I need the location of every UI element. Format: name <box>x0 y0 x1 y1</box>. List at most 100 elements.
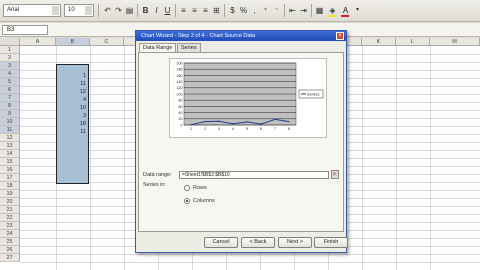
select-all-corner[interactable] <box>0 38 20 46</box>
data-point <box>260 123 262 125</box>
column-gridline <box>90 46 91 270</box>
increase-decimal-icon[interactable]: ⁺ <box>260 5 271 16</box>
formatting-toolbar: Arial 10 ↶ ↷ ▤ B I U ≡ ≡ ≡ ⊞ $ % , ⁺ ⁻ ⇤… <box>0 0 480 22</box>
row-header[interactable]: 21 <box>0 206 20 214</box>
row-header[interactable]: 25 <box>0 238 20 246</box>
cell-value[interactable]: 10 <box>58 104 86 112</box>
toolbar-separator <box>98 4 99 17</box>
x-tick-label: 4 <box>232 127 234 131</box>
series-in-label: Series in: <box>143 182 166 188</box>
data-range-panel: 0 20 40 60 80 100 120 140 160 180 200 1 2 3 4 5 6 7 8 Serie… <box>138 52 344 232</box>
row-header[interactable]: 18 <box>0 182 20 190</box>
data-range-input[interactable]: =Sheet1!$B$3:$B$10 <box>179 171 329 179</box>
next-button[interactable]: Next > <box>278 237 312 248</box>
redo-icon[interactable]: ↷ <box>113 5 124 16</box>
italic-button[interactable]: I <box>151 5 162 16</box>
data-point <box>204 120 206 123</box>
row-header[interactable]: 1 <box>0 46 20 54</box>
row-header[interactable]: 7 <box>0 94 20 102</box>
data-point <box>232 123 234 125</box>
row-header[interactable]: 22 <box>0 214 20 222</box>
font-dropdown-arrow[interactable] <box>52 6 59 15</box>
decrease-indent-icon[interactable]: ⇤ <box>287 5 298 16</box>
column-gridline <box>430 46 431 270</box>
borders-icon[interactable]: ▦ <box>314 5 325 16</box>
collapse-dialog-icon[interactable]: ⇱ <box>331 170 339 179</box>
percent-button[interactable]: % <box>238 5 249 16</box>
row-header[interactable]: 24 <box>0 230 20 238</box>
finish-button[interactable]: Finish <box>314 237 348 248</box>
row-header[interactable]: 3 <box>0 62 20 70</box>
font-size-field[interactable]: 10 <box>64 4 94 17</box>
tab-series[interactable]: Series <box>177 43 201 52</box>
row-header[interactable]: 15 <box>0 158 20 166</box>
cell-value[interactable]: 11 <box>58 128 86 136</box>
cell-value[interactable]: 18 <box>58 120 86 128</box>
x-tick-label: 2 <box>204 127 206 131</box>
dialog-title: Chart Wizard - Step 2 of 4 - Chart Sourc… <box>141 33 256 39</box>
data-point <box>274 118 276 121</box>
row-header[interactable]: 19 <box>0 190 20 198</box>
font-name-value: Arial <box>7 7 20 13</box>
font-name-field[interactable]: Arial <box>3 4 61 17</box>
toolbar-separator <box>175 4 176 17</box>
undo-icon[interactable]: ↶ <box>102 5 113 16</box>
back-button[interactable]: < Back <box>241 237 275 248</box>
close-icon[interactable]: × <box>336 32 344 40</box>
merge-center-icon[interactable]: ⊞ <box>211 5 222 16</box>
row-header[interactable]: 12 <box>0 134 20 142</box>
y-tick-label: 160 <box>177 74 183 78</box>
currency-icon[interactable]: $ <box>227 5 238 16</box>
row-header[interactable]: 8 <box>0 102 20 110</box>
toolbar-separator <box>284 4 285 17</box>
row-header[interactable]: 4 <box>0 70 20 78</box>
y-tick-label: 120 <box>177 86 183 90</box>
toolbar-separator <box>311 4 312 17</box>
cancel-button[interactable]: Cancel <box>204 237 238 248</box>
column-header[interactable]: C <box>90 38 124 46</box>
align-center-icon[interactable]: ≡ <box>189 5 200 16</box>
row-header[interactable]: 16 <box>0 166 20 174</box>
row-header[interactable]: 2 <box>0 54 20 62</box>
toolbar-separator <box>137 4 138 17</box>
cell-value[interactable]: 12 <box>58 88 86 96</box>
column-header[interactable]: M <box>430 38 480 46</box>
underline-button[interactable]: U <box>162 5 173 16</box>
row-header[interactable]: 14 <box>0 150 20 158</box>
cell-value[interactable]: 1 <box>58 72 86 80</box>
row-header[interactable]: 6 <box>0 86 20 94</box>
increase-indent-icon[interactable]: ⇥ <box>298 5 309 16</box>
column-header[interactable]: L <box>396 38 430 46</box>
columns-radio[interactable] <box>184 198 190 204</box>
chevron-down-icon[interactable]: ▾ <box>352 5 363 16</box>
decrease-decimal-icon[interactable]: ⁻ <box>271 5 282 16</box>
cell-value[interactable]: 11 <box>58 80 86 88</box>
chart-wizard-dialog: Chart Wizard - Step 2 of 4 - Chart Sourc… <box>135 30 348 253</box>
align-left-icon[interactable]: ≡ <box>178 5 189 16</box>
print-icon[interactable]: ▤ <box>124 5 135 16</box>
row-header[interactable]: 27 <box>0 254 20 262</box>
column-header[interactable]: A <box>20 38 56 46</box>
name-box[interactable]: B3 <box>2 25 48 35</box>
row-header[interactable]: 13 <box>0 142 20 150</box>
data-range-label: Data range: <box>143 172 172 178</box>
y-tick-label: 200 <box>177 61 183 65</box>
row-header[interactable]: 26 <box>0 246 20 254</box>
cell-value[interactable]: 3 <box>58 112 86 120</box>
column-header[interactable]: K <box>362 38 396 46</box>
row-header[interactable]: 17 <box>0 174 20 182</box>
row-header[interactable]: 9 <box>0 110 20 118</box>
font-size-dropdown-arrow[interactable] <box>85 6 92 15</box>
row-header[interactable]: 10 <box>0 118 20 126</box>
bold-button[interactable]: B <box>140 5 151 16</box>
rows-radio[interactable] <box>184 185 190 191</box>
comma-style-button[interactable]: , <box>249 5 260 16</box>
dialog-titlebar[interactable]: Chart Wizard - Step 2 of 4 - Chart Sourc… <box>136 31 346 41</box>
row-header[interactable]: 5 <box>0 78 20 86</box>
cell-value[interactable]: 4 <box>58 96 86 104</box>
row-header[interactable]: 20 <box>0 198 20 206</box>
row-header[interactable]: 11 <box>0 126 20 134</box>
align-right-icon[interactable]: ≡ <box>200 5 211 16</box>
column-header[interactable]: B <box>56 38 90 46</box>
row-header[interactable]: 23 <box>0 222 20 230</box>
